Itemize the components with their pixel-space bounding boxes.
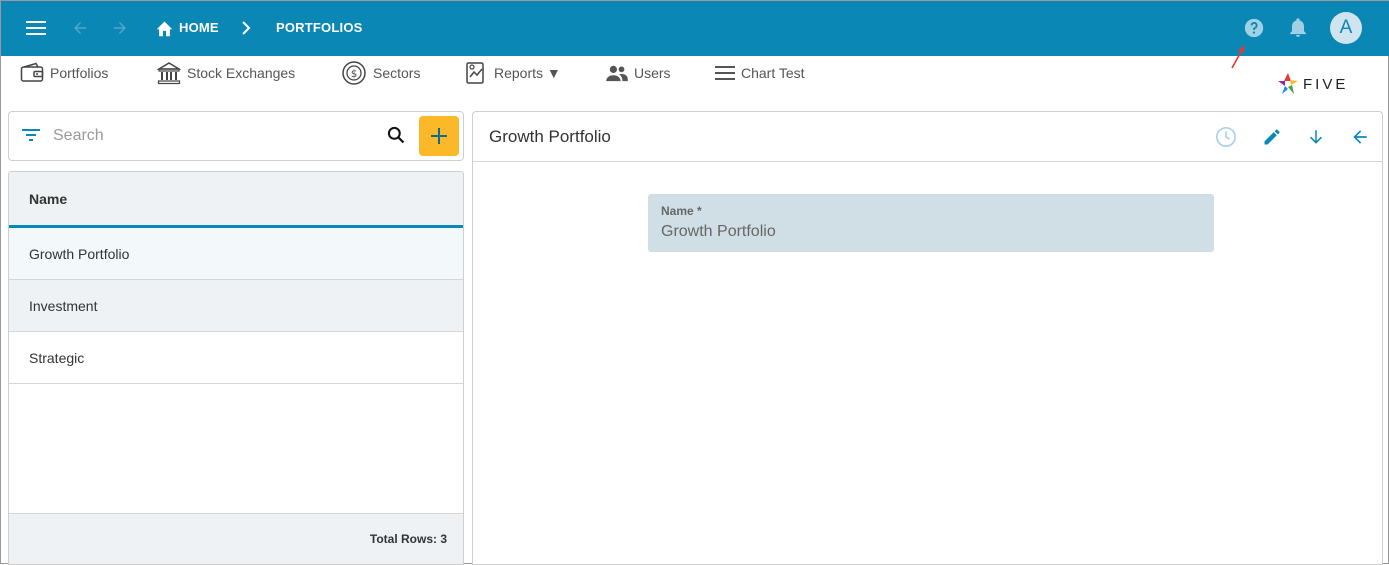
app-window: HOME PORTFOLIOS A Portfolios Stock Excha… [0, 0, 1389, 565]
nav-stock-exchanges[interactable]: Stock Exchanges [157, 59, 295, 87]
arrow-down-icon[interactable] [1303, 124, 1329, 150]
name-field[interactable]: Name * Growth Portfolio [648, 194, 1214, 252]
home-icon[interactable] [151, 15, 177, 41]
bank-building-icon [157, 61, 181, 85]
help-circle-icon[interactable] [1241, 15, 1267, 41]
nav-users[interactable]: Users [606, 59, 671, 87]
portfolio-list: Name Growth Portfolio Investment Strateg… [8, 171, 464, 565]
avatar[interactable]: A [1330, 12, 1362, 44]
dollar-cycle-icon: $ [341, 60, 367, 86]
hamburger-menu-icon[interactable] [23, 15, 49, 41]
list-item[interactable]: Investment [9, 280, 463, 332]
search-bar: Search [8, 111, 464, 161]
nav-label: Stock Exchanges [187, 65, 296, 81]
chevron-right-icon [233, 15, 259, 41]
svg-text:$: $ [351, 69, 357, 80]
nav-label: Portfolios [50, 65, 109, 81]
bell-icon[interactable] [1285, 15, 1311, 41]
detail-panel: Growth Portfolio Name * Growth Portfolio [472, 111, 1383, 565]
breadcrumb-home[interactable]: HOME [179, 20, 219, 35]
arrow-left-icon[interactable] [67, 15, 93, 41]
detail-title: Growth Portfolio [489, 127, 611, 146]
nav-reports[interactable]: Reports ▼ [464, 59, 561, 87]
name-field-label: Name * [661, 204, 702, 218]
name-field-value[interactable]: Growth Portfolio [661, 223, 776, 241]
lines-icon [715, 66, 735, 80]
logo-text: FIVE [1303, 75, 1349, 93]
nav-label: Chart Test [741, 65, 805, 81]
arrow-back-icon[interactable] [1347, 124, 1373, 150]
nav-chart-test[interactable]: Chart Test [715, 59, 805, 87]
detail-header: Growth Portfolio [473, 112, 1382, 162]
arrow-right-icon[interactable] [107, 15, 133, 41]
nav-portfolios[interactable]: Portfolios [20, 59, 108, 87]
nav-label: Users [634, 65, 671, 81]
add-button[interactable] [419, 116, 459, 156]
list-item[interactable]: Strategic [9, 332, 463, 384]
report-chart-icon [464, 61, 488, 85]
breadcrumb-current: PORTFOLIOS [276, 20, 363, 35]
total-rows-label: Total Rows: 3 [9, 513, 463, 564]
annotation-arrow-icon [1231, 45, 1244, 69]
nav-label: Sectors [373, 65, 421, 81]
history-clock-icon[interactable] [1213, 124, 1239, 150]
plus-icon [431, 128, 447, 144]
list-item[interactable]: Growth Portfolio [9, 228, 463, 280]
users-icon [606, 64, 628, 82]
nav-label: Reports ▼ [494, 65, 561, 81]
search-icon[interactable] [386, 125, 406, 150]
edit-pencil-icon[interactable] [1259, 124, 1285, 150]
wallet-icon [20, 62, 44, 84]
nav-sectors[interactable]: $ Sectors [341, 59, 420, 87]
five-logo: FIVE [1277, 71, 1348, 97]
five-logo-icon [1278, 73, 1298, 94]
top-app-bar: HOME PORTFOLIOS A [1, 1, 1389, 56]
list-column-header[interactable]: Name [9, 172, 463, 228]
filter-icon[interactable] [22, 127, 40, 148]
search-input[interactable]: Search [53, 127, 104, 145]
